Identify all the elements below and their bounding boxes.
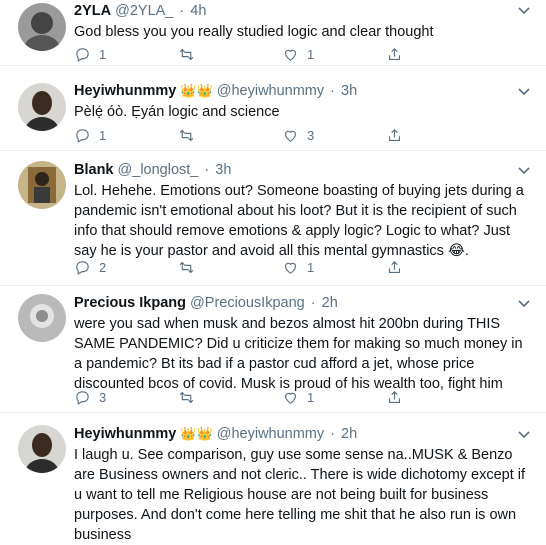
separator-dot: · (179, 3, 185, 19)
avatar-image (18, 83, 66, 131)
like-icon (284, 49, 297, 61)
more-caret-icon[interactable] (516, 426, 532, 442)
retweet-icon (179, 48, 194, 60)
display-name[interactable]: Heyiwhunmmy (74, 426, 176, 442)
like-icon (284, 392, 297, 404)
share-icon (388, 47, 401, 60)
display-name[interactable]: Precious Ikpang (74, 295, 186, 311)
like-button[interactable]: 1 (282, 46, 386, 63)
timestamp[interactable]: 2h (341, 426, 357, 442)
like-button[interactable]: 1 (282, 389, 386, 406)
separator-dot: · (330, 83, 336, 99)
tweet-header: Precious Ikpang @PreciousIkpang · 2h (74, 294, 534, 312)
tweet[interactable]: Heyiwhunmmy 👑👑 @heyiwhunmmy · 2h I laugh … (0, 413, 546, 543)
share-icon (388, 260, 401, 273)
share-button[interactable] (386, 389, 416, 406)
separator-dot: · (330, 426, 336, 442)
retweet-icon (179, 261, 194, 273)
reply-count: 1 (99, 46, 107, 62)
tweet-header: Heyiwhunmmy 👑👑 @heyiwhunmmy · 3h (74, 82, 534, 100)
display-name[interactable]: Blank (74, 162, 114, 178)
more-caret-icon[interactable] (516, 295, 532, 311)
reply-count: 2 (99, 259, 107, 275)
tweet-header: Blank @_longlost_ · 3h (74, 161, 534, 179)
avatar-image (18, 3, 66, 51)
reply-icon (76, 128, 89, 143)
retweet-button[interactable] (178, 259, 282, 276)
tweet-header: 2YLA @2YLA_ · 4h (74, 2, 534, 20)
retweet-icon (179, 129, 194, 141)
avatar[interactable] (18, 161, 66, 209)
more-caret-icon[interactable] (516, 83, 532, 99)
timestamp[interactable]: 2h (322, 295, 338, 311)
separator-dot: · (310, 295, 316, 311)
avatar-image (18, 161, 66, 209)
share-icon (388, 128, 401, 141)
share-button[interactable] (386, 259, 416, 276)
like-count: 1 (307, 259, 315, 275)
share-button[interactable] (386, 127, 416, 144)
crown-badge-icon: 👑👑 (180, 426, 213, 441)
user-handle[interactable]: @heyiwhunmmy (217, 83, 324, 99)
user-handle[interactable]: @2YLA_ (115, 3, 173, 19)
retweet-button[interactable] (178, 389, 282, 406)
reply-count: 1 (99, 127, 107, 143)
reply-icon (76, 47, 89, 62)
like-count: 1 (307, 389, 315, 405)
retweet-icon (179, 391, 194, 403)
tweet-actions: 1 3 (74, 126, 416, 144)
tweet-text: Pèlẹ́ óò. Ẹyán logic and science (74, 104, 280, 120)
tweet-text: Lol. Hehehe. Emotions out? Someone boast… (74, 183, 524, 259)
like-count: 1 (307, 46, 315, 62)
tweet-actions: 2 1 (74, 258, 416, 276)
tweet-actions: 3 1 (74, 388, 416, 406)
reply-icon (76, 260, 89, 275)
reply-button[interactable]: 1 (74, 127, 178, 144)
tweet-feed: 2YLA @2YLA_ · 4h God bless you you reall… (0, 0, 546, 543)
user-handle[interactable]: @heyiwhunmmy (217, 426, 324, 442)
timestamp[interactable]: 3h (341, 83, 357, 99)
more-caret-icon[interactable] (516, 2, 532, 18)
crown-badge-icon: 👑👑 (180, 83, 213, 98)
more-caret-icon[interactable] (516, 162, 532, 178)
share-icon (388, 390, 401, 403)
avatar-image (18, 425, 66, 473)
user-handle[interactable]: @PreciousIkpang (190, 295, 305, 311)
timestamp[interactable]: 3h (215, 162, 231, 178)
display-name[interactable]: 2YLA (74, 3, 111, 19)
user-handle[interactable]: @_longlost_ (118, 162, 199, 178)
like-button[interactable]: 1 (282, 259, 386, 276)
reply-icon (76, 390, 89, 405)
tweet-text: were you sad when musk and bezos almost … (74, 316, 523, 392)
tweet-text: God bless you you really studied logic a… (74, 24, 434, 40)
display-name[interactable]: Heyiwhunmmy (74, 83, 176, 99)
like-icon (284, 130, 297, 142)
share-button[interactable] (386, 46, 416, 63)
tweet-actions: 1 1 (74, 45, 416, 63)
timestamp[interactable]: 4h (190, 3, 206, 19)
avatar[interactable] (18, 294, 66, 342)
reply-button[interactable]: 3 (74, 389, 178, 406)
separator-dot: · (204, 162, 210, 178)
avatar[interactable] (18, 3, 66, 51)
reply-count: 3 (99, 389, 107, 405)
reply-button[interactable]: 1 (74, 46, 178, 63)
retweet-button[interactable] (178, 46, 282, 63)
retweet-button[interactable] (178, 127, 282, 144)
avatar[interactable] (18, 425, 66, 473)
tweet-text: I laugh u. See comparison, guy use some … (74, 447, 526, 543)
like-icon (284, 262, 297, 274)
reply-button[interactable]: 2 (74, 259, 178, 276)
tweet-header: Heyiwhunmmy 👑👑 @heyiwhunmmy · 2h (74, 425, 534, 443)
like-button[interactable]: 3 (282, 127, 386, 144)
avatar-image (18, 294, 66, 342)
avatar[interactable] (18, 83, 66, 131)
like-count: 3 (307, 127, 315, 143)
